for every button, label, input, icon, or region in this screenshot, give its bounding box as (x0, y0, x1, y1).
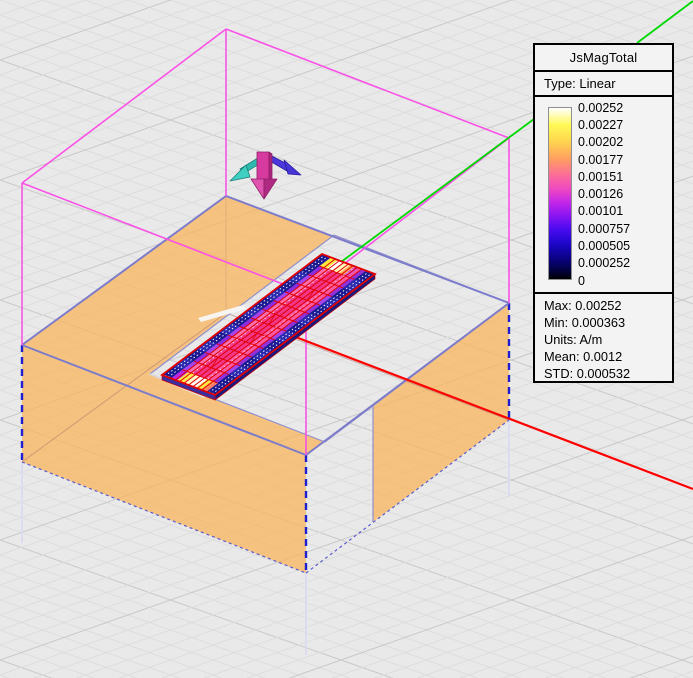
legend-statistics: Max: 0.00252 Min: 0.000363 Units: A/m Me… (535, 294, 672, 383)
stat-max: Max: 0.00252 (544, 298, 672, 315)
stat-mean: Mean: 0.0012 (544, 349, 672, 366)
scale-value: 0.00227 (578, 116, 670, 133)
colorbar (548, 107, 572, 280)
scale-value: 0 (578, 272, 670, 289)
scale-value: 0.00252 (578, 99, 670, 116)
scale-value: 0.000252 (578, 255, 670, 272)
legend-scale-type: Type: Linear (535, 72, 672, 97)
scale-value: 0.000505 (578, 237, 670, 254)
legend-scale-section: 0.00252 0.00227 0.00202 0.00177 0.00151 … (535, 97, 672, 294)
scale-value: 0.00202 (578, 134, 670, 151)
colorbar-values: 0.00252 0.00227 0.00202 0.00177 0.00151 … (578, 99, 670, 289)
stat-min: Min: 0.000363 (544, 315, 672, 332)
viewport-3d[interactable]: JsMagTotal Type: Linear 0.00252 0.00227 … (0, 0, 693, 678)
stat-units: Units: A/m (544, 332, 672, 349)
field-plot-legend[interactable]: JsMagTotal Type: Linear 0.00252 0.00227 … (533, 43, 674, 383)
scale-value: 0.00151 (578, 168, 670, 185)
scale-value: 0.000757 (578, 220, 670, 237)
legend-title: JsMagTotal (535, 45, 672, 72)
scale-value: 0.00177 (578, 151, 670, 168)
scale-value: 0.00126 (578, 185, 670, 202)
scale-value: 0.00101 (578, 203, 670, 220)
stat-std: STD: 0.000532 (544, 366, 672, 383)
